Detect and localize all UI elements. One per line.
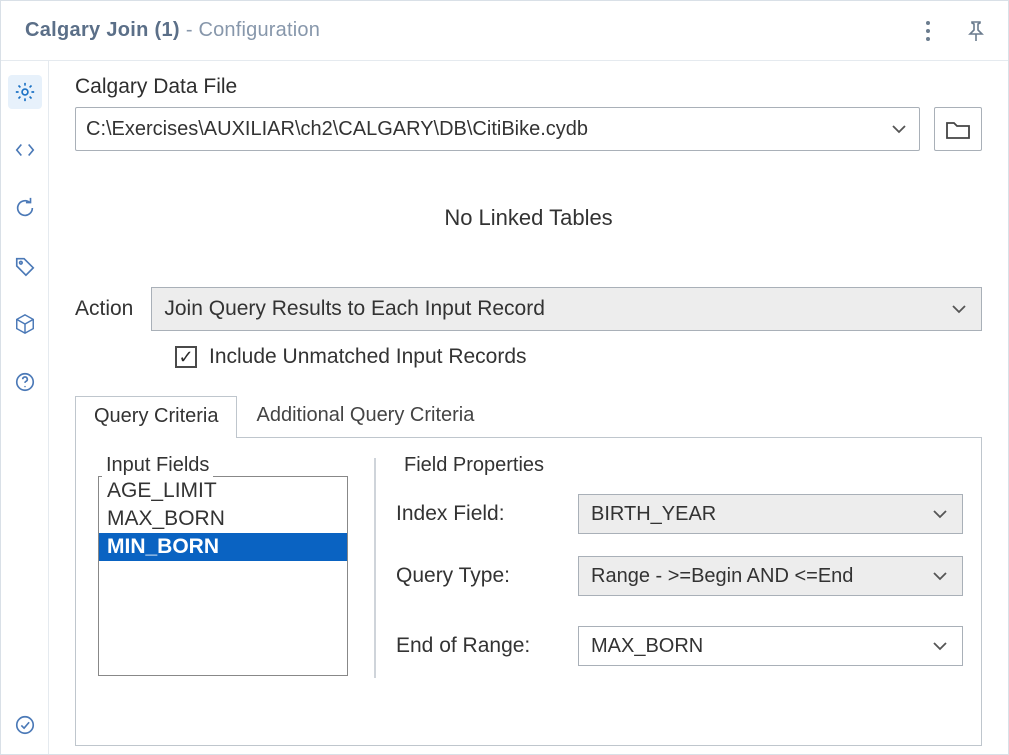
tab-body: Input Fields AGE_LIMIT MAX_BORN MIN_BORN… (75, 437, 982, 746)
end-of-range-value: MAX_BORN (591, 635, 703, 658)
rail-package-icon[interactable] (8, 307, 42, 341)
group-divider (374, 458, 376, 678)
chevron-down-icon (932, 571, 948, 581)
query-type-label: Query Type: (396, 564, 566, 588)
input-fields-listbox[interactable]: AGE_LIMIT MAX_BORN MIN_BORN (98, 476, 348, 676)
include-unmatched-checkbox[interactable]: ✓ (175, 346, 197, 368)
side-rail (1, 61, 49, 754)
titlebar: Calgary Join (1) - Configuration (1, 1, 1008, 61)
query-type-select[interactable]: Range - >=Begin AND <=End (578, 556, 963, 596)
action-label: Action (75, 297, 133, 321)
index-field-select[interactable]: BIRTH_YEAR (578, 494, 963, 534)
chevron-down-icon (932, 509, 948, 519)
include-unmatched-label: Include Unmatched Input Records (209, 345, 527, 369)
index-field-label: Index Field: (396, 502, 566, 526)
browse-button[interactable] (934, 107, 982, 151)
end-of-range-label: End of Range: (396, 634, 566, 658)
chevron-down-icon (932, 641, 948, 651)
rail-help-icon[interactable] (8, 365, 42, 399)
rail-check-icon[interactable] (8, 708, 42, 742)
field-properties-legend: Field Properties (400, 454, 548, 477)
tab-query-criteria[interactable]: Query Criteria (75, 396, 237, 438)
field-properties-group: Field Properties Index Field: BIRTH_YEAR… (396, 456, 963, 741)
end-of-range-select[interactable]: MAX_BORN (578, 626, 963, 666)
action-selected-value: Join Query Results to Each Input Record (164, 297, 545, 321)
rail-tag-icon[interactable] (8, 249, 42, 283)
query-type-value: Range - >=Begin AND <=End (591, 565, 853, 588)
no-linked-tables-msg: No Linked Tables (75, 205, 982, 231)
file-label: Calgary Data File (75, 75, 982, 99)
file-path-value: C:\Exercises\AUXILIAR\ch2\CALGARY\DB\Cit… (86, 118, 588, 141)
input-fields-legend: Input Fields (102, 454, 213, 477)
content-area: Calgary Data File C:\Exercises\AUXILIAR\… (49, 61, 1008, 754)
more-menu-button[interactable] (916, 19, 940, 43)
panel-subtitle: - Configuration (186, 19, 320, 42)
rail-xml-icon[interactable] (8, 133, 42, 167)
panel-title: Calgary Join (1) (25, 19, 180, 42)
rail-refresh-icon[interactable] (8, 191, 42, 225)
rail-config-icon[interactable] (8, 75, 42, 109)
file-path-input[interactable]: C:\Exercises\AUXILIAR\ch2\CALGARY\DB\Cit… (75, 107, 920, 151)
chevron-down-icon (951, 304, 967, 314)
index-field-value: BIRTH_YEAR (591, 503, 716, 526)
config-panel: Calgary Join (1) - Configuration (0, 0, 1009, 755)
input-fields-group: Input Fields AGE_LIMIT MAX_BORN MIN_BORN (98, 456, 368, 741)
tabs: Query Criteria Additional Query Criteria (75, 393, 982, 437)
list-item[interactable]: MAX_BORN (99, 505, 347, 533)
tab-additional-query-criteria[interactable]: Additional Query Criteria (237, 395, 493, 437)
pin-button[interactable] (964, 19, 988, 43)
action-select[interactable]: Join Query Results to Each Input Record (151, 287, 982, 331)
list-item[interactable]: AGE_LIMIT (99, 477, 347, 505)
chevron-down-icon (891, 124, 907, 134)
list-item[interactable]: MIN_BORN (99, 533, 347, 561)
